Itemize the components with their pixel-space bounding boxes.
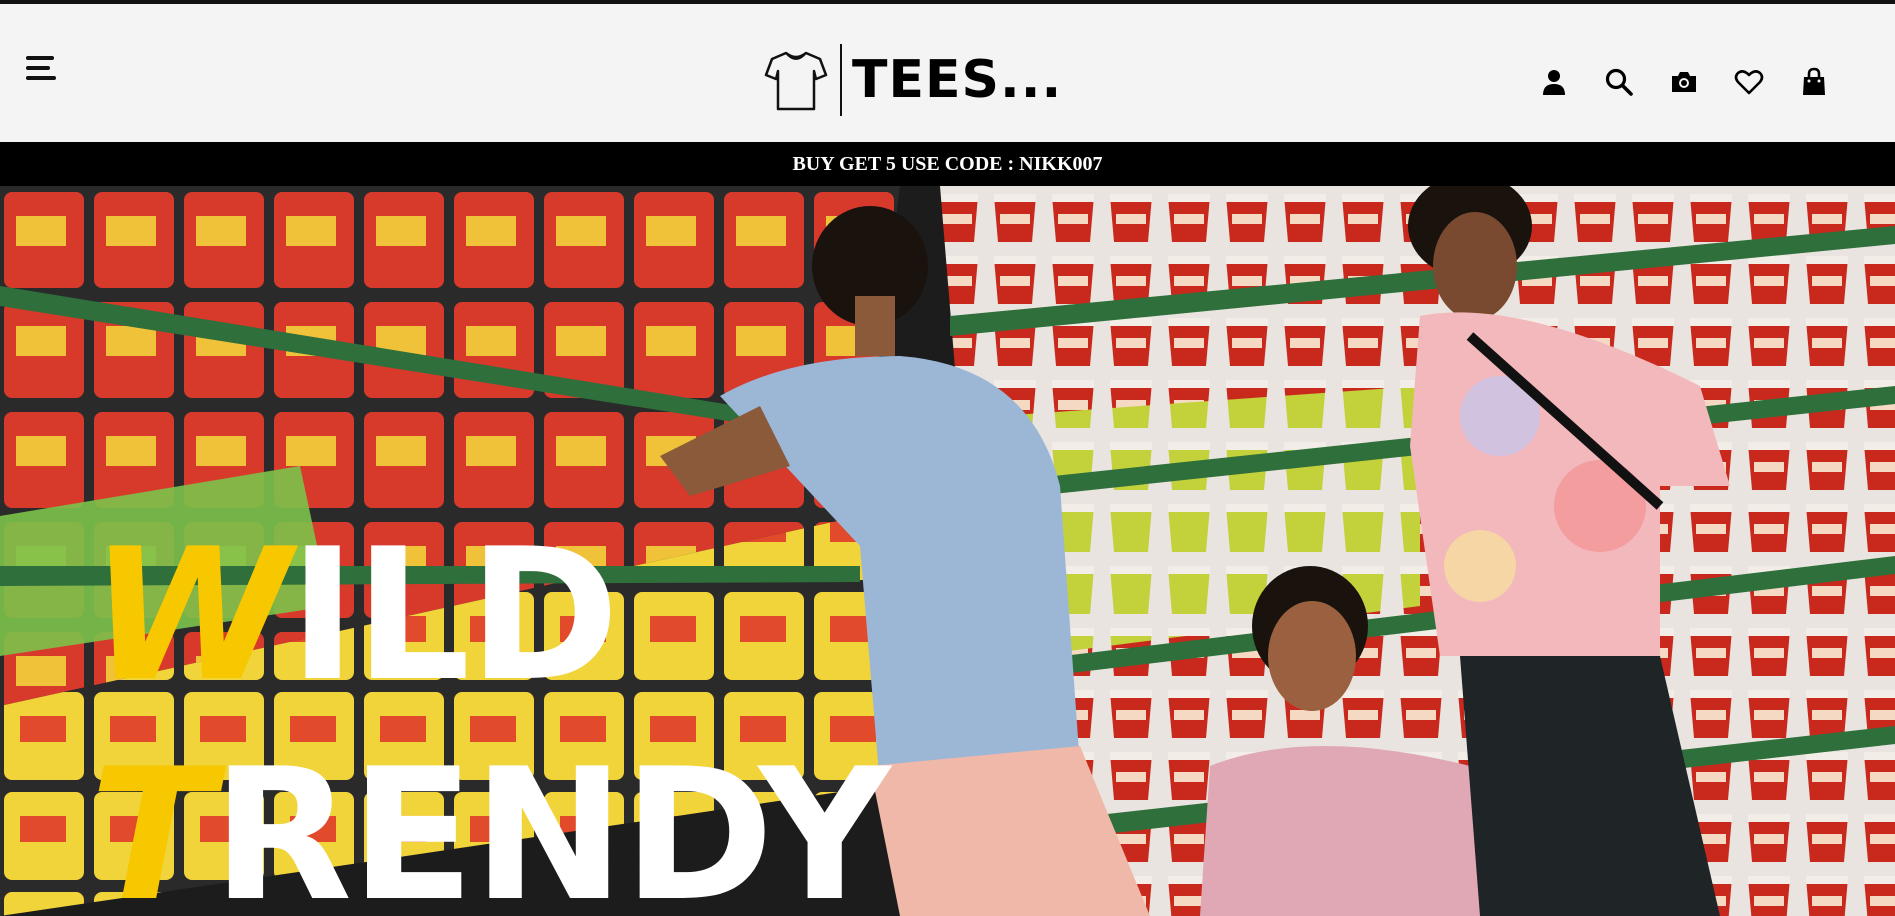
- user-icon[interactable]: [1538, 66, 1570, 98]
- site-logo[interactable]: TEES...: [764, 42, 1062, 117]
- promo-banner[interactable]: BUY GET 5 USE CODE : NIKK007: [0, 142, 1895, 186]
- shopping-bag-icon[interactable]: [1798, 66, 1830, 98]
- hero-headline-line1: WILD: [90, 524, 620, 706]
- brand-name: TEES...: [852, 49, 1063, 110]
- header-actions: [1538, 66, 1830, 98]
- hero-banner[interactable]: WILD TRENDY: [0, 186, 1895, 916]
- heart-icon[interactable]: [1733, 66, 1765, 98]
- hero-headline-highlight-2: T: [90, 729, 214, 916]
- logo-divider: [840, 43, 842, 116]
- search-icon[interactable]: [1603, 66, 1635, 98]
- tshirt-icon: [764, 51, 828, 110]
- site-header: TEES...: [0, 4, 1895, 142]
- hero-headline-rest-2: RENDY: [212, 729, 890, 916]
- hero-headline-line2: TRENDY: [90, 744, 891, 916]
- camera-icon[interactable]: [1668, 66, 1700, 98]
- hero-headline-highlight-1: W: [90, 509, 291, 721]
- hero-headline-rest-1: ILD: [288, 509, 620, 721]
- hamburger-menu-icon[interactable]: [26, 56, 58, 84]
